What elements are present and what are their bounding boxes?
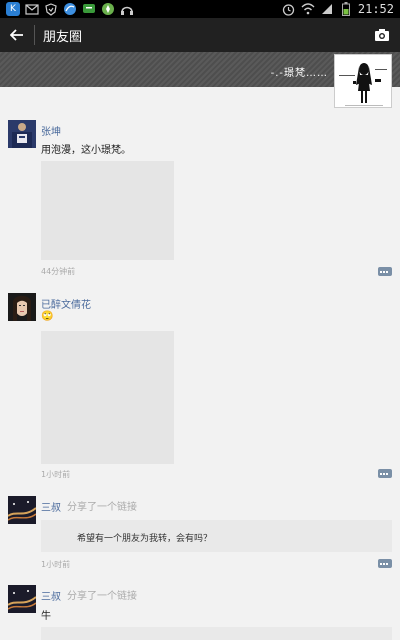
- camera-icon: [375, 29, 389, 41]
- moment-post: 三叔 分享了一个链接 牛: [0, 585, 400, 640]
- camera-button[interactable]: [374, 27, 390, 41]
- post-emoji: 🙄: [41, 311, 54, 322]
- post-author[interactable]: 三叔: [41, 588, 61, 603]
- post-text: 用泡漫，这小璟梵。: [41, 145, 131, 156]
- post-time: 44分钟前: [41, 267, 76, 276]
- comment-button[interactable]: [378, 559, 392, 568]
- post-author[interactable]: 三叔: [41, 499, 61, 514]
- browser-icon: [63, 2, 77, 16]
- post-share-note: 分享了一个链接: [67, 502, 137, 513]
- avatar[interactable]: [8, 293, 36, 321]
- post-text: 牛: [41, 611, 51, 622]
- signal-icon: [320, 2, 334, 16]
- post-author[interactable]: 张坤: [41, 123, 61, 138]
- comment-button[interactable]: [378, 469, 392, 478]
- app-bar: 朋友圈: [0, 18, 400, 52]
- post-image[interactable]: [41, 331, 174, 464]
- profile-name: -.-璟梵……: [270, 68, 328, 79]
- back-button[interactable]: [0, 18, 34, 52]
- profile-avatar-image: [335, 55, 391, 107]
- comment-button[interactable]: [378, 267, 392, 276]
- post-time: 1小时前: [41, 560, 71, 569]
- shared-link-card[interactable]: 希望有一个朋友为我转，会有吗？: [41, 520, 392, 552]
- avatar[interactable]: [8, 120, 36, 148]
- mail-icon: [25, 2, 39, 16]
- back-arrow-icon: [10, 29, 23, 41]
- avatar-image: [8, 496, 36, 524]
- post-share-note: 分享了一个链接: [67, 591, 137, 602]
- status-bar: K 21:52: [0, 0, 400, 18]
- avatar[interactable]: [8, 585, 36, 613]
- avatar[interactable]: [8, 496, 36, 524]
- battery-icon: [339, 2, 353, 16]
- headphones-icon: [120, 2, 134, 16]
- app-bar-divider: [34, 25, 35, 45]
- moment-post: 张坤 用泡漫，这小璟梵。 44分钟前: [0, 120, 400, 280]
- page-title: 朋友圈: [43, 29, 83, 45]
- avatar-image: [8, 293, 36, 321]
- moment-post: 三叔 分享了一个链接 希望有一个朋友为我转，会有吗？ 1小时前: [0, 496, 400, 576]
- moment-post: 已醉文倩花 🙄 1小时前: [0, 293, 400, 483]
- chat-icon: [82, 2, 96, 16]
- k-app-icon: K: [6, 2, 20, 16]
- wifi-icon: [301, 2, 315, 16]
- avatar-image: [8, 120, 36, 148]
- profile-avatar[interactable]: [334, 54, 392, 108]
- avatar-image: [8, 585, 36, 613]
- shield-icon: [44, 2, 58, 16]
- post-image[interactable]: [41, 161, 174, 260]
- map-icon: [101, 2, 115, 16]
- alarm-icon: [282, 2, 296, 16]
- shared-link-card[interactable]: [41, 627, 392, 640]
- post-author[interactable]: 已醉文倩花: [41, 296, 91, 311]
- shared-link-title: 希望有一个朋友为我转，会有吗？: [77, 534, 213, 544]
- post-time: 1小时前: [41, 470, 71, 479]
- status-time: 21:52: [357, 2, 394, 16]
